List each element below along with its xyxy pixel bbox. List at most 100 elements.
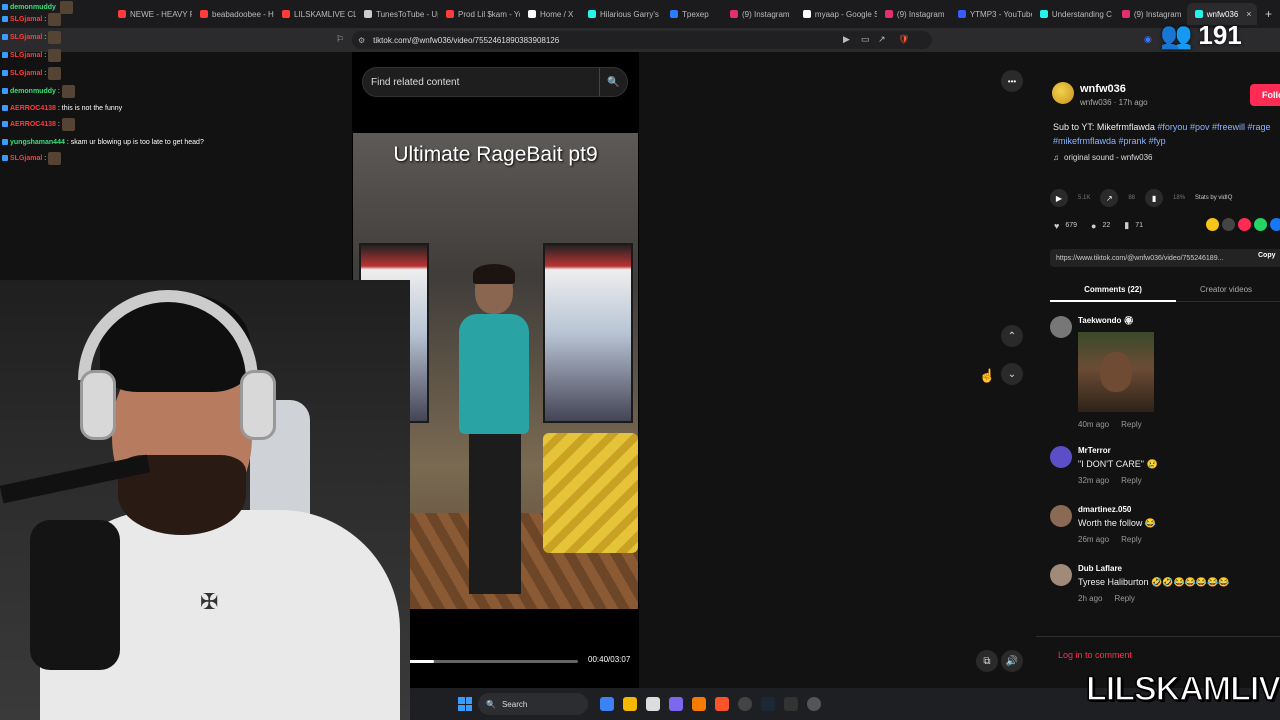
chat-badge-icon <box>2 4 8 10</box>
app-icon[interactable] <box>784 697 798 711</box>
hashtag-link[interactable]: #foryou <box>1157 122 1187 132</box>
new-tab-button[interactable]: + <box>1257 7 1280 21</box>
repost-share-icon[interactable] <box>1238 218 1251 231</box>
obs-icon[interactable] <box>738 697 752 711</box>
share-count: 88 <box>1128 195 1136 201</box>
commenter-name[interactable]: dmartinez.050 <box>1078 505 1131 514</box>
reply-button[interactable]: Reply <box>1121 420 1141 429</box>
more-options-button[interactable]: ••• <box>1001 70 1023 92</box>
taskbar-search-label: Search <box>501 699 528 709</box>
commenter-name[interactable]: MrTerror <box>1078 446 1111 455</box>
windows-start-icon[interactable] <box>458 697 472 711</box>
tab-comments[interactable]: Comments (22) <box>1050 280 1176 302</box>
folder-icon[interactable] <box>623 697 637 711</box>
coin-share-icon[interactable] <box>1206 218 1219 231</box>
brave-icon[interactable] <box>715 697 729 711</box>
browser-tab[interactable]: YTMP3 - YouTube <box>950 3 1032 25</box>
reply-button[interactable]: Reply <box>1121 535 1141 544</box>
hashtag-link[interactable]: #prank <box>1119 136 1147 146</box>
hashtag-link[interactable]: #freewill <box>1212 122 1245 132</box>
chat-username: SLGjamal <box>10 154 43 162</box>
browser-tab[interactable]: Home / X <box>520 3 580 25</box>
app-icon[interactable] <box>692 697 706 711</box>
chat-text: : skam ur blowing up is too late to get … <box>66 138 204 146</box>
captions-button[interactable]: ⧉ <box>976 650 998 672</box>
browser-tab[interactable]: Tpexep <box>662 3 722 25</box>
commenter-avatar[interactable] <box>1050 316 1072 338</box>
close-tab-icon[interactable]: × <box>1246 9 1251 19</box>
share-count-button[interactable]: ↗ <box>1100 189 1119 207</box>
browser-tab[interactable]: Hilarious Garry's <box>580 3 662 25</box>
comment-count: 22 <box>1102 222 1111 229</box>
taskbar-search[interactable]: 🔍 Search <box>478 693 588 715</box>
browser-tab[interactable]: myaap - Google S <box>795 3 877 25</box>
brave-shield-icon[interactable]: 🛡 <box>898 34 909 45</box>
bookmark-icon[interactable]: ⚐ <box>336 34 344 45</box>
cast-icon[interactable]: ▭ <box>861 34 870 45</box>
commenter-name[interactable]: Taekwondo 🏵 <box>1078 316 1134 325</box>
comment-text: Tyrese Haliburton 🤣🤣😂😂😂😂😂 <box>1078 577 1230 587</box>
share-page-icon[interactable]: ↗ <box>878 34 886 45</box>
hashtag-link[interactable]: #rage <box>1248 122 1271 132</box>
related-search-input[interactable] <box>371 76 591 88</box>
reply-button[interactable]: Reply <box>1114 594 1134 603</box>
browser-tab[interactable]: NEWE - HEAVY R... <box>110 3 192 25</box>
media-icon[interactable]: ▶ <box>843 34 850 45</box>
stats-button[interactable]: ▮ <box>1145 189 1164 207</box>
video-progress-bar[interactable] <box>395 660 578 663</box>
hashtag-link[interactable]: #fyp <box>1149 136 1166 146</box>
previous-video-button[interactable]: ⌃ <box>1001 325 1023 347</box>
tab-label: (9) Instagram <box>896 9 945 19</box>
copy-link-button[interactable]: Copy <box>1258 252 1276 259</box>
login-to-comment-link[interactable]: Log in to comment <box>1058 650 1132 660</box>
browser-tab[interactable]: LILSKAMLIVE CLIP <box>274 3 356 25</box>
play-count-button[interactable]: ▶ <box>1050 189 1068 207</box>
discord-icon[interactable] <box>669 697 683 711</box>
commenter-name[interactable]: Dub Laflare <box>1078 564 1122 573</box>
author-avatar[interactable] <box>1052 82 1074 104</box>
browser-tab[interactable]: (9) Instagram <box>877 3 950 25</box>
chat-text: : <box>44 15 47 23</box>
commenter-avatar[interactable] <box>1050 446 1072 468</box>
follow-button[interactable]: Follo <box>1250 84 1280 106</box>
reply-button[interactable]: Reply <box>1121 476 1141 485</box>
author-name[interactable]: wnfw036 <box>1080 83 1126 95</box>
whatsapp-share-icon[interactable] <box>1254 218 1267 231</box>
heart-icon[interactable]: ♥ <box>1054 221 1059 231</box>
like-count: 679 <box>1065 222 1078 229</box>
taskbar-app-icon[interactable] <box>600 697 614 711</box>
video-link-field[interactable]: https://www.tiktok.com/@wnfw036/video/75… <box>1050 249 1280 267</box>
panel-divider <box>1036 636 1280 637</box>
volume-button[interactable]: 🔊 <box>1001 650 1023 672</box>
browser-tab[interactable]: TunesToTube - Up <box>356 3 438 25</box>
browser-tab[interactable]: (9) Instagram <box>722 3 795 25</box>
extension-icon[interactable]: ◉ <box>1144 34 1152 45</box>
app-icon[interactable] <box>807 697 821 711</box>
hashtag-link[interactable]: #pov <box>1190 122 1210 132</box>
commenter-avatar[interactable] <box>1050 505 1072 527</box>
sound-link[interactable]: ♫ original sound - wnfw036 <box>1053 153 1153 162</box>
steam-icon[interactable] <box>761 697 775 711</box>
channel-brand-watermark: LILSKAMLIVE <box>1085 669 1280 709</box>
video-time: 00:40/03:07 <box>588 655 631 664</box>
comment-icon[interactable]: ● <box>1091 221 1096 231</box>
browser-tab[interactable]: Prod Lil $kam - Yo <box>438 3 520 25</box>
chat-message: yungshaman444: skam ur blowing up is too… <box>2 135 204 149</box>
tab-label: Prod Lil $kam - Yo <box>458 9 520 19</box>
next-video-button[interactable]: ⌄ <box>1001 363 1023 385</box>
embed-share-icon[interactable] <box>1222 218 1235 231</box>
commenter-avatar[interactable] <box>1050 564 1072 586</box>
comment-image[interactable] <box>1078 332 1154 412</box>
tab-label: NEWE - HEAVY R... <box>130 9 192 19</box>
browser-tab[interactable]: Understanding C <box>1032 3 1114 25</box>
hashtag-link[interactable]: #mikefrmflawda <box>1053 136 1116 146</box>
facebook-share-icon[interactable] <box>1270 218 1280 231</box>
browser-tab[interactable]: beabadoobee - H <box>192 3 274 25</box>
store-icon[interactable] <box>646 697 660 711</box>
comment-time: 26m ago <box>1078 535 1110 544</box>
tab-creator-videos[interactable]: Creator videos <box>1200 285 1252 294</box>
site-info-icon[interactable]: ⚙ <box>358 36 365 45</box>
search-button[interactable]: 🔍 <box>599 68 627 96</box>
stats-by-label: Stats by vidIQ <box>1195 195 1233 201</box>
bookmark-icon[interactable]: ▮ <box>1124 220 1129 231</box>
